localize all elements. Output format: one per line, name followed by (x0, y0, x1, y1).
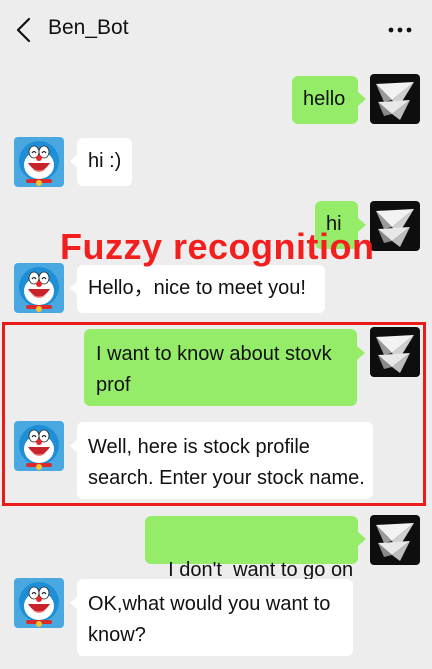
user-avatar[interactable] (370, 201, 420, 251)
robot-cat-icon (14, 263, 64, 313)
message-bubble-user[interactable]: I don't want to go on (145, 516, 358, 581)
bubble-tail (358, 532, 366, 546)
message-text: I don't want to go on (168, 559, 354, 581)
message-text-line-1: Well, here is stock profile (88, 436, 310, 458)
bot-avatar[interactable] (14, 137, 64, 187)
message-bubble-bot[interactable]: OK,what would you want to know? (77, 579, 353, 656)
message-bubble-bot[interactable]: hi :) (77, 138, 132, 186)
paper-plane-icon (370, 74, 420, 124)
message-text-line-2: prof (96, 374, 131, 396)
message-text: hello (303, 88, 346, 110)
chat-header: Ben_Bot (0, 0, 432, 60)
more-button[interactable] (386, 18, 414, 42)
message-bubble-bot[interactable]: Hello，nice to meet you! (77, 265, 325, 313)
more-dots-icon (388, 27, 412, 33)
message-bubble-user[interactable]: hello (292, 76, 358, 124)
message-bubble-bot[interactable]: Well, here is stock profile search. Ente… (77, 422, 373, 499)
user-avatar[interactable] (370, 74, 420, 124)
bubble-tail (358, 92, 366, 106)
robot-cat-icon (14, 137, 64, 187)
bot-avatar[interactable] (14, 578, 64, 628)
message-text-line-1: OK,what would you want to (88, 593, 331, 615)
message-bubble-user[interactable]: I want to know about stovk prof (84, 329, 357, 406)
message-text: Hello，nice to meet you! (88, 277, 306, 299)
message-text-line-2: know? (88, 624, 146, 646)
paper-plane-icon (370, 327, 420, 377)
back-button[interactable] (12, 16, 36, 44)
user-avatar[interactable] (370, 515, 420, 565)
robot-cat-icon (14, 421, 64, 471)
user-avatar[interactable] (370, 327, 420, 377)
bubble-tail (357, 346, 365, 360)
chevron-left-icon (16, 17, 31, 43)
message-text: hi :) (88, 150, 122, 172)
message-text-line-2: search. Enter your stock name. (88, 467, 365, 489)
paper-plane-icon (370, 201, 420, 251)
annotation-label: Fuzzy recognition (60, 226, 375, 267)
paper-plane-icon (370, 515, 420, 565)
bot-avatar[interactable] (14, 421, 64, 471)
message-text-line-1: I want to know about stovk (96, 343, 332, 365)
bot-avatar[interactable] (14, 263, 64, 313)
chat-title: Ben_Bot (48, 16, 129, 39)
robot-cat-icon (14, 578, 64, 628)
